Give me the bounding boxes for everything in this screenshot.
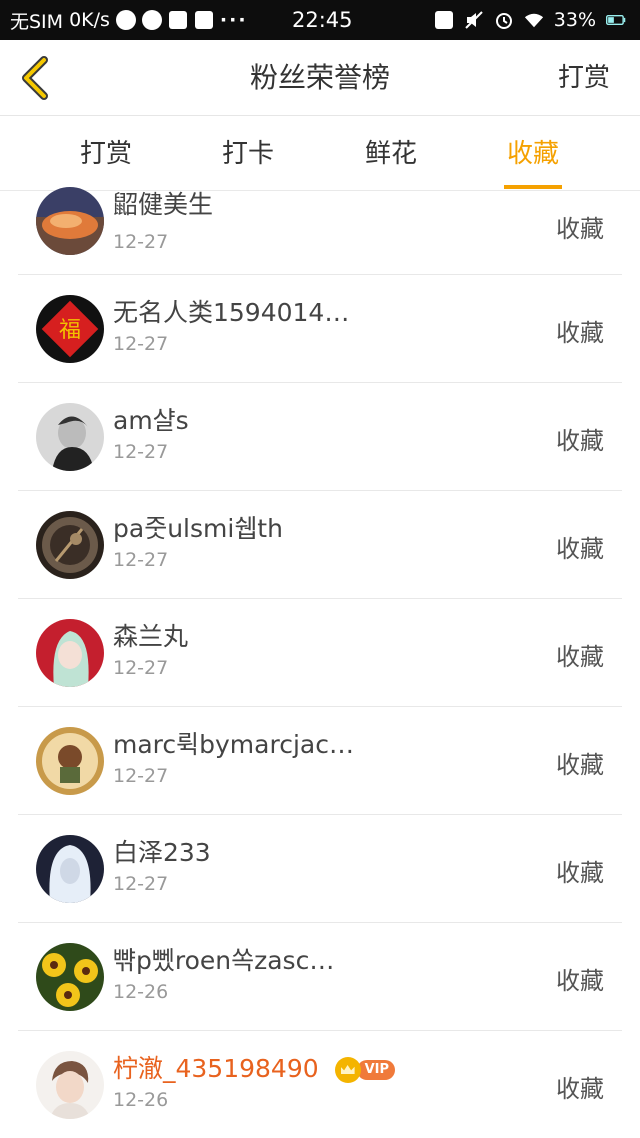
carrier-text: 无SIM bbox=[10, 10, 64, 33]
app-header: 粉丝荣誉榜 打赏 bbox=[0, 40, 640, 116]
action-label: 收藏 bbox=[556, 751, 604, 779]
svg-text:福: 福 bbox=[59, 318, 81, 343]
action-label: 收藏 bbox=[556, 643, 604, 671]
list-item[interactable]: 鼦健美生 12-27 收藏 bbox=[18, 187, 622, 275]
browser-notification-icon bbox=[168, 10, 188, 30]
chevron-left-icon bbox=[22, 56, 48, 100]
date: 12-27 bbox=[113, 765, 169, 787]
avatar bbox=[36, 187, 104, 255]
date: 12-26 bbox=[113, 981, 169, 1003]
mail-notification-icon bbox=[194, 10, 214, 30]
date: 12-27 bbox=[113, 657, 169, 679]
date: 12-26 bbox=[113, 1089, 169, 1111]
active-tab-indicator bbox=[504, 185, 562, 189]
tab-bar: 打赏 打卡 鲜花 收藏 bbox=[0, 117, 640, 191]
user-name: am샬s bbox=[113, 406, 189, 435]
avatar bbox=[36, 619, 104, 687]
battery-icon bbox=[606, 10, 626, 30]
user-name: 뺚p뼀roen쏙zasc… bbox=[113, 946, 335, 975]
action-label: 收藏 bbox=[556, 319, 604, 347]
crown-icon bbox=[334, 1057, 361, 1083]
status-left: 无SIM 0K/s ··· bbox=[10, 0, 248, 40]
date: 12-27 bbox=[113, 441, 169, 463]
action-label: 收藏 bbox=[556, 859, 604, 887]
avatar bbox=[36, 727, 104, 795]
list-item[interactable]: pa줏ulsmi쉡th 12-27 收藏 bbox=[18, 491, 622, 599]
list-item[interactable]: am샬s 12-27 收藏 bbox=[18, 383, 622, 491]
avatar bbox=[36, 511, 104, 579]
action-label: 收藏 bbox=[556, 427, 604, 455]
avatar bbox=[36, 403, 104, 471]
list-item[interactable]: 森兰丸 12-27 收藏 bbox=[18, 599, 622, 707]
user-name: 鼦健美生 bbox=[113, 190, 214, 219]
avatar bbox=[36, 1051, 104, 1119]
battery-percent: 33% bbox=[553, 9, 596, 31]
action-label: 收藏 bbox=[556, 967, 604, 995]
clock: 22:45 bbox=[292, 8, 353, 32]
tab-flowers[interactable]: 鲜花 bbox=[341, 117, 441, 191]
date: 12-27 bbox=[113, 231, 169, 253]
page-title: 粉丝荣誉榜 bbox=[249, 61, 390, 94]
user-name: marc뤽bymarcjac… bbox=[113, 730, 354, 759]
tab-reward[interactable]: 打赏 bbox=[56, 117, 156, 191]
list-item[interactable]: 柠澈_435198490 VIP 12-26 收藏 bbox=[18, 1031, 622, 1138]
user-name: 无名人类1594014… bbox=[113, 298, 350, 327]
avatar: 福 bbox=[36, 295, 104, 363]
list-item[interactable]: 뺚p뼀roen쏙zasc… 12-26 收藏 bbox=[18, 923, 622, 1031]
date: 12-27 bbox=[113, 873, 169, 895]
fan-list: 鼦健美生 12-27 收藏 福 无名人类1594014… 12-27 收藏 am… bbox=[18, 187, 622, 1138]
date: 12-27 bbox=[113, 549, 169, 571]
back-button[interactable] bbox=[14, 54, 58, 102]
status-right: 33% bbox=[434, 0, 626, 40]
wifi-icon bbox=[524, 10, 544, 30]
action-label: 收藏 bbox=[556, 535, 604, 563]
network-speed: 0K/s bbox=[69, 9, 110, 31]
mute-icon bbox=[464, 10, 484, 30]
user-name: 白泽233 bbox=[113, 838, 211, 867]
action-label: 收藏 bbox=[556, 1075, 604, 1103]
status-bar: 无SIM 0K/s ··· 22:45 33% bbox=[0, 0, 640, 40]
reward-button[interactable]: 打赏 bbox=[558, 40, 610, 116]
user-name: 柠澈_435198490 bbox=[113, 1054, 319, 1083]
play-notification-icon bbox=[141, 10, 162, 30]
date: 12-27 bbox=[113, 333, 169, 355]
more-notifications-icon: ··· bbox=[219, 9, 248, 31]
vip-label: VIP bbox=[356, 1060, 396, 1080]
battery-saver-icon bbox=[434, 10, 454, 30]
user-name-vip: 柠澈_435198490 VIP bbox=[113, 1049, 396, 1085]
avatar bbox=[36, 943, 104, 1011]
list-item[interactable]: 福 无名人类1594014… 12-27 收藏 bbox=[18, 275, 622, 383]
list-item[interactable]: marc뤽bymarcjac… 12-27 收藏 bbox=[18, 707, 622, 815]
app-notification-icon bbox=[115, 10, 136, 30]
avatar bbox=[36, 835, 104, 903]
tab-favorites[interactable]: 收藏 bbox=[483, 117, 583, 191]
alarm-icon bbox=[494, 10, 514, 30]
user-name: pa줏ulsmi쉡th bbox=[113, 514, 283, 543]
action-label: 收藏 bbox=[556, 215, 604, 243]
tab-checkin[interactable]: 打卡 bbox=[198, 117, 298, 191]
vip-badge: VIP bbox=[334, 1057, 396, 1083]
list-item[interactable]: 白泽233 12-27 收藏 bbox=[18, 815, 622, 923]
user-name: 森兰丸 bbox=[113, 622, 189, 651]
